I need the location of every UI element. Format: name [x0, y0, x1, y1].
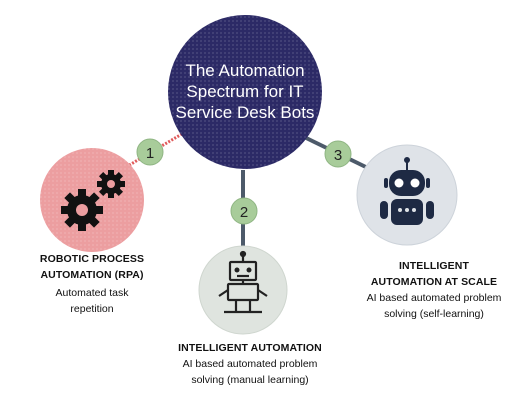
stage-1-title: ROBOTIC PROCESS AUTOMATION (RPA)	[39, 253, 145, 281]
stage-2-title: INTELLIGENT AUTOMATION	[178, 342, 322, 354]
stage-3-title: INTELLIGENT AUTOMATION AT SCALE	[370, 260, 498, 288]
badge-1: 1	[136, 138, 164, 166]
badge-2-number: 2	[240, 204, 248, 221]
stage-2-description: AI based automated problem solving (manu…	[182, 358, 318, 386]
badge-3-number: 3	[334, 147, 342, 164]
stage-1-label: ROBOTIC PROCESS AUTOMATION (RPA) Automat…	[28, 251, 156, 317]
stage-3-description: AI based automated problem solving (self…	[366, 292, 502, 320]
badge-2: 2	[230, 197, 258, 225]
badge-1-number: 1	[146, 145, 154, 162]
stage-1-description: Automated task repetition	[55, 287, 129, 315]
center-title: The Automation Spectrum for IT Service D…	[175, 61, 315, 122]
stage-3-label: INTELLIGENT AUTOMATION AT SCALE AI based…	[352, 258, 516, 322]
stage-2-label: INTELLIGENT AUTOMATION AI based automate…	[150, 340, 350, 388]
badge-3: 3	[324, 140, 352, 168]
